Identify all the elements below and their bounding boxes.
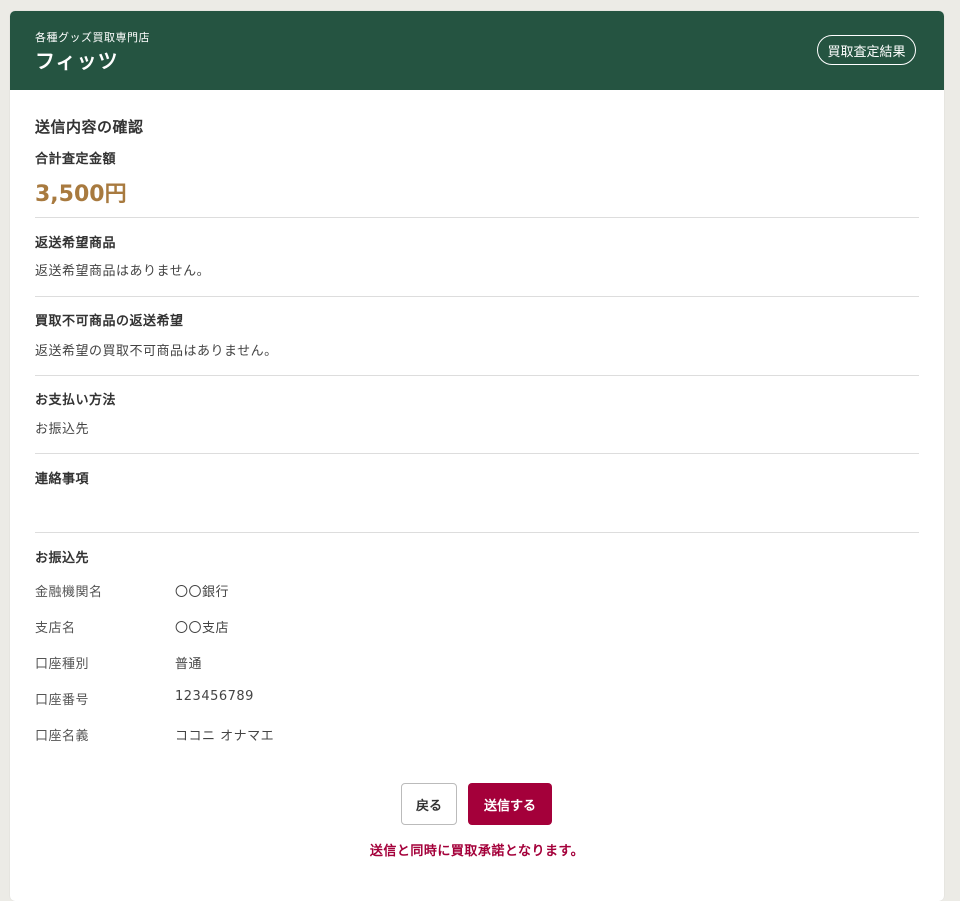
account-type-value: 普通 <box>175 657 203 672</box>
account-number-label: 口座番号 <box>35 693 90 708</box>
submit-notice: 送信と同時に買取承諾となります。 <box>369 844 585 859</box>
unpurchasable-return-heading: 買取不可商品の返送希望 <box>35 314 184 329</box>
payment-method-heading: お支払い方法 <box>35 393 117 408</box>
assessment-result-button[interactable]: 買取査定結果 <box>817 35 916 65</box>
page-title: 送信内容の確認 <box>35 118 144 136</box>
bank-name-label: 金融機関名 <box>35 585 103 600</box>
account-holder-value: ココニ オナマエ <box>175 729 275 744</box>
branch-name-value: 〇〇支店 <box>175 621 230 636</box>
back-button[interactable]: 戻る <box>401 783 457 825</box>
header: 各種グッズ買取専門店 フィッツ 買取査定結果 <box>10 11 944 90</box>
payment-method-text: お振込先 <box>35 422 90 437</box>
divider <box>35 375 919 376</box>
confirmation-card: 各種グッズ買取専門店 フィッツ 買取査定結果 送信内容の確認 合計査定金額 3,… <box>10 11 944 901</box>
bank-transfer-heading: お振込先 <box>35 551 90 566</box>
return-items-heading: 返送希望商品 <box>35 236 117 251</box>
submit-button[interactable]: 送信する <box>468 783 552 825</box>
account-number-value: 123456789 <box>175 689 254 704</box>
bank-name-value: 〇〇銀行 <box>175 585 230 600</box>
divider <box>35 532 919 533</box>
account-type-label: 口座種別 <box>35 657 90 672</box>
total-label: 合計査定金額 <box>35 152 117 167</box>
divider <box>35 296 919 297</box>
divider <box>35 453 919 454</box>
account-holder-label: 口座名義 <box>35 729 90 744</box>
return-items-text: 返送希望商品はありません。 <box>35 264 211 279</box>
divider <box>35 217 919 218</box>
branch-name-label: 支店名 <box>35 621 76 636</box>
store-subtitle: 各種グッズ買取専門店 <box>35 31 150 44</box>
unpurchasable-return-text: 返送希望の買取不可商品はありません。 <box>35 344 278 359</box>
contact-notes-heading: 連絡事項 <box>35 472 90 487</box>
store-name: フィッツ <box>35 49 119 73</box>
total-amount: 3,500円 <box>35 182 127 207</box>
